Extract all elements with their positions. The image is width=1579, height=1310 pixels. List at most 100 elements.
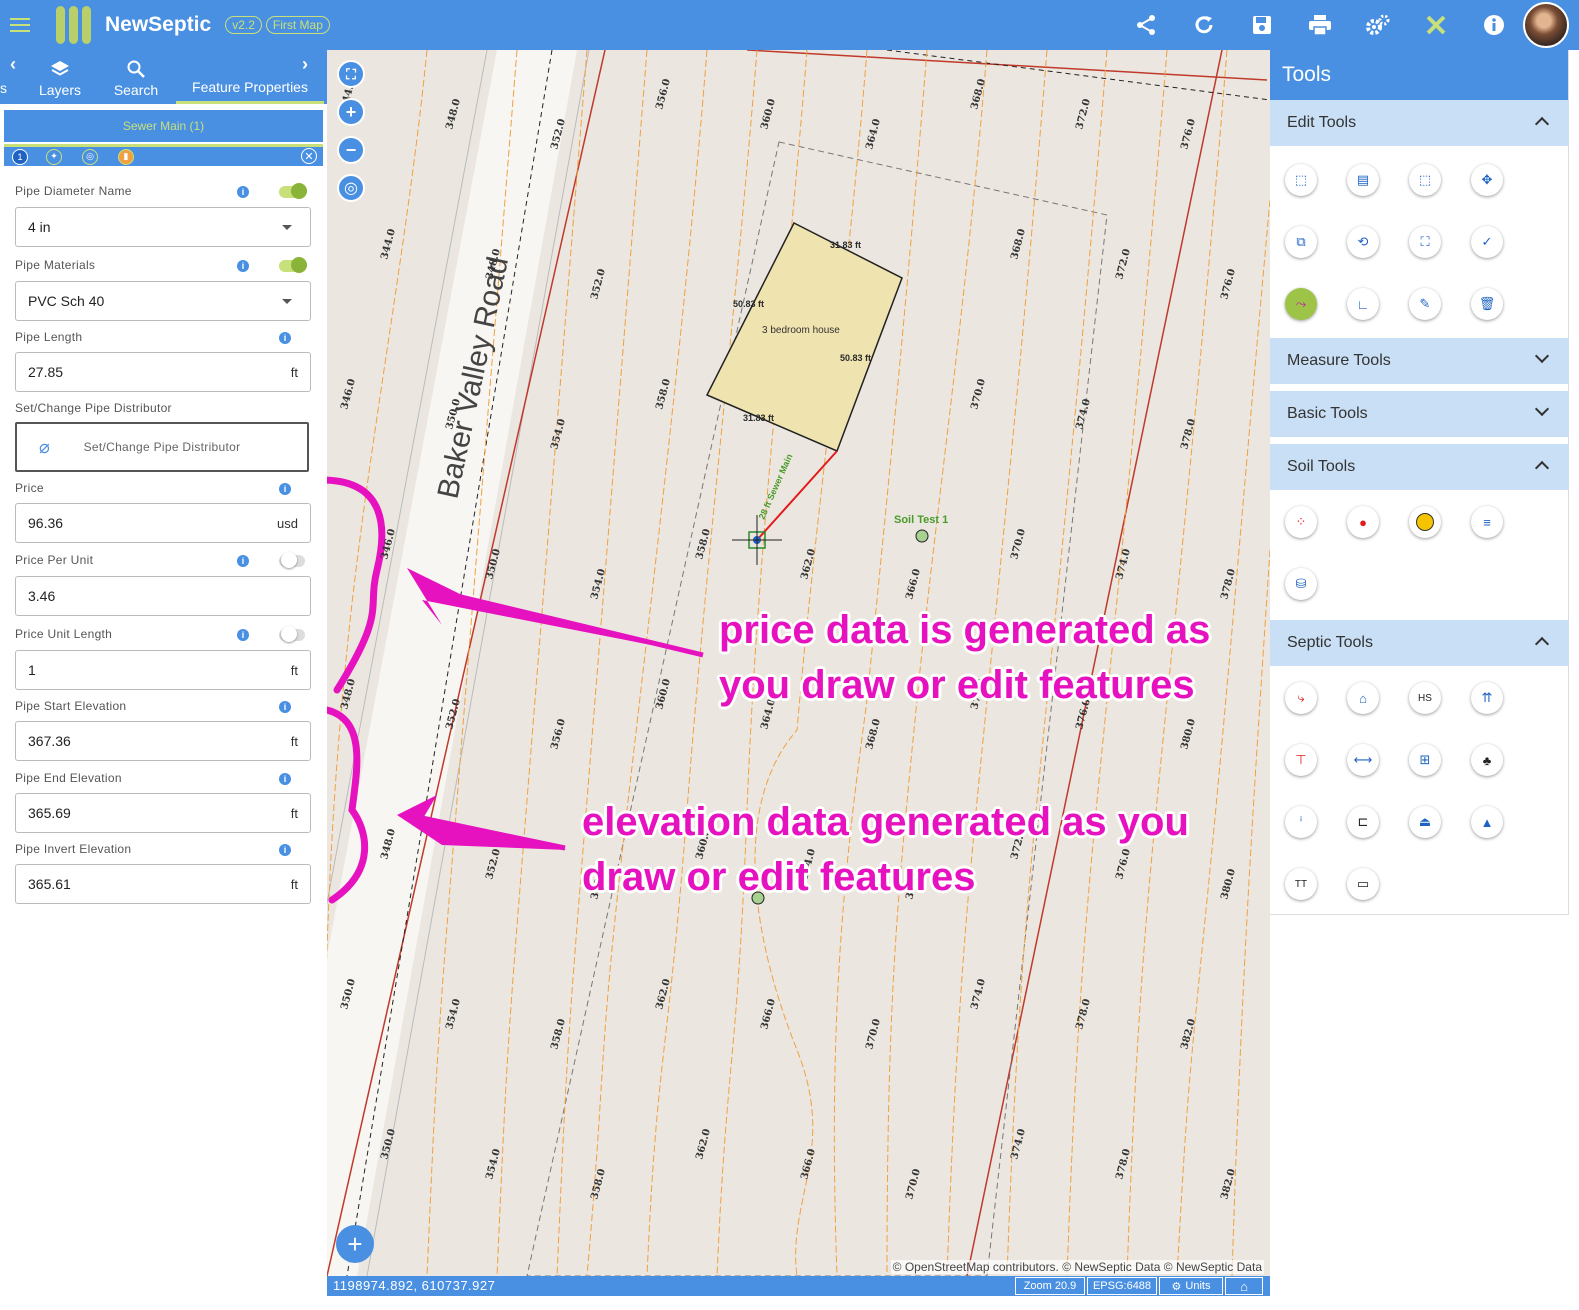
field-price-unit-length: Price Unit Length i 1 ft <box>15 626 311 690</box>
pipe-diameter-select[interactable]: 4 in <box>15 207 311 247</box>
info-icon[interactable] <box>1465 0 1523 50</box>
chevron-left-icon[interactable]: ‹ <box>10 54 16 75</box>
lock-toggle[interactable] <box>279 552 305 568</box>
house-polygon[interactable] <box>705 221 903 452</box>
locate-icon[interactable]: ◎ <box>337 174 365 202</box>
map-name-badge[interactable]: First Map <box>265 16 330 34</box>
info-icon[interactable]: i <box>279 844 291 856</box>
map-pin-add-icon[interactable]: ● <box>1347 506 1379 538</box>
delete-icon[interactable]: 🗑 <box>1471 288 1503 320</box>
tools-title: Tools <box>1270 50 1568 100</box>
pipe-route-icon[interactable]: ⤷ <box>1285 682 1317 714</box>
septic-tools-header[interactable]: Septic Tools <box>1270 620 1569 666</box>
share-icon[interactable] <box>1117 0 1175 50</box>
soil-sample-icon[interactable]: ⁘ <box>1285 506 1317 538</box>
add-feature-button[interactable]: + <box>336 1225 374 1263</box>
pipe-start-elevation-input[interactable]: 367.36 ft <box>15 721 311 761</box>
info-icon[interactable]: i <box>279 483 291 495</box>
info-icon[interactable]: i <box>237 555 249 567</box>
hs-icon[interactable]: HS <box>1409 682 1441 714</box>
info-icon[interactable]: i <box>279 701 291 713</box>
app-title: NewSeptic <box>105 13 212 36</box>
contour-label: 376.0 <box>1179 118 1198 151</box>
zoom-level[interactable]: Zoom 20.9 <box>1015 1277 1085 1295</box>
save-icon[interactable] <box>1233 0 1291 50</box>
tab-label: Feature Properties <box>192 79 308 95</box>
add-component-icon[interactable]: ⊞ <box>1409 744 1441 776</box>
pipe-invert-elevation-input[interactable]: 365.61 ft <box>15 864 311 904</box>
home-icon[interactable]: ⌂ <box>1225 1277 1263 1295</box>
field-label: Price Unit Length <box>15 627 113 641</box>
settings-icon[interactable] <box>1349 0 1407 50</box>
reshape-icon[interactable]: ✓ <box>1471 226 1503 258</box>
hide-icon[interactable]: ◎ <box>82 148 98 165</box>
pipe-length-input[interactable]: 27.85 ft <box>15 352 311 392</box>
price-per-unit-input[interactable]: 3.46 <box>15 576 311 616</box>
tee-icon[interactable]: ⊤ <box>1285 744 1317 776</box>
input-value: 1 <box>28 662 36 678</box>
scale-icon[interactable]: ⛶ <box>1409 226 1441 258</box>
lock-toggle[interactable] <box>279 183 307 199</box>
well-icon[interactable]: ⇈ <box>1471 682 1503 714</box>
info-icon[interactable]: i <box>237 260 249 272</box>
list-icon[interactable]: ≡ <box>1471 506 1503 538</box>
zoom-in-button[interactable]: + <box>337 98 365 126</box>
tree-icon[interactable]: ♣ <box>1471 744 1503 776</box>
select-box-icon[interactable]: ⬚ <box>1285 164 1317 196</box>
copy-icon[interactable]: ⧉ <box>1285 226 1317 258</box>
angle-icon[interactable]: ∟ <box>1347 288 1379 320</box>
edit-tools-header[interactable]: Edit Tools <box>1270 100 1569 146</box>
map-canvas[interactable]: Baker Valley Road 3 bedroom house Soil T… <box>327 50 1270 1276</box>
fullscreen-icon[interactable]: ⛶ <box>337 60 365 88</box>
tab-partial[interactable]: s <box>0 80 7 96</box>
move-icon[interactable]: ✥ <box>1471 164 1503 196</box>
price-unit-length-input[interactable]: 1 ft <box>15 650 311 690</box>
units-button[interactable]: ⚙ Units <box>1159 1277 1223 1295</box>
paint-style-icon[interactable]: ✎ <box>1409 288 1441 320</box>
soil-test-point[interactable] <box>915 529 929 543</box>
tab-layers[interactable]: Layers <box>30 50 90 104</box>
info-icon[interactable]: i <box>237 186 249 198</box>
hamburger-menu-icon[interactable] <box>0 0 40 50</box>
basic-tools-header[interactable]: Basic Tools <box>1270 391 1569 437</box>
add-to-selection-icon[interactable]: ⬚ <box>1409 164 1441 196</box>
edit-vertices-icon[interactable]: ⤳ <box>1285 288 1317 320</box>
user-avatar[interactable] <box>1523 2 1569 48</box>
print-icon[interactable] <box>1291 0 1349 50</box>
select-area-icon[interactable]: ▤ <box>1347 164 1379 196</box>
info-icon[interactable]: i <box>279 773 291 785</box>
inlet-icon[interactable]: ⁱ <box>1285 806 1317 838</box>
tab-feature-properties[interactable]: Feature Properties <box>176 50 324 104</box>
measure-tools-header[interactable]: Measure Tools <box>1270 338 1569 384</box>
soil-database-icon[interactable]: ⛁ <box>1285 568 1317 600</box>
price-input[interactable]: 96.36 usd <box>15 503 311 543</box>
info-icon[interactable]: i <box>237 629 249 641</box>
folder-icon[interactable]: ▭ <box>1347 868 1379 900</box>
style-icon[interactable]: ▮ <box>118 148 134 165</box>
distance-icon[interactable]: ⟷ <box>1347 744 1379 776</box>
house-icon[interactable]: ⌂ <box>1347 682 1379 714</box>
tools-icon[interactable] <box>1407 0 1465 50</box>
info-icon[interactable]: i <box>279 332 291 344</box>
set-pipe-distributor-button[interactable]: ⌀ Set/Change Pipe Distributor <box>15 422 309 472</box>
pipe-materials-select[interactable]: PVC Sch 40 <box>15 281 311 321</box>
feature-header[interactable]: Sewer Main (1) <box>4 110 323 142</box>
lock-toggle[interactable] <box>279 257 307 273</box>
soil-test-point-icon[interactable] <box>1409 506 1441 538</box>
input-value: 3.46 <box>28 588 56 604</box>
text-icon[interactable]: TT <box>1285 868 1317 900</box>
tab-search[interactable]: Search <box>106 50 166 104</box>
refresh-icon[interactable] <box>1175 0 1233 50</box>
triangle-icon[interactable]: ▲ <box>1471 806 1503 838</box>
close-icon[interactable]: ✕ <box>301 148 317 164</box>
pipe-end-elevation-input[interactable]: 365.69 ft <box>15 793 311 833</box>
highlight-icon[interactable]: ✦ <box>46 148 62 165</box>
zoom-out-button[interactable]: − <box>337 136 365 164</box>
soil-tools-header[interactable]: Soil Tools <box>1270 444 1569 490</box>
tank-icon[interactable]: ⏏ <box>1409 806 1441 838</box>
lock-toggle[interactable] <box>279 626 305 642</box>
projection-button[interactable]: EPSG:6488 <box>1087 1277 1157 1295</box>
chamber-icon[interactable]: ⊏ <box>1347 806 1379 838</box>
feature-index-badge[interactable]: 1 <box>12 148 28 165</box>
rotate-icon[interactable]: ⟲ <box>1347 226 1379 258</box>
